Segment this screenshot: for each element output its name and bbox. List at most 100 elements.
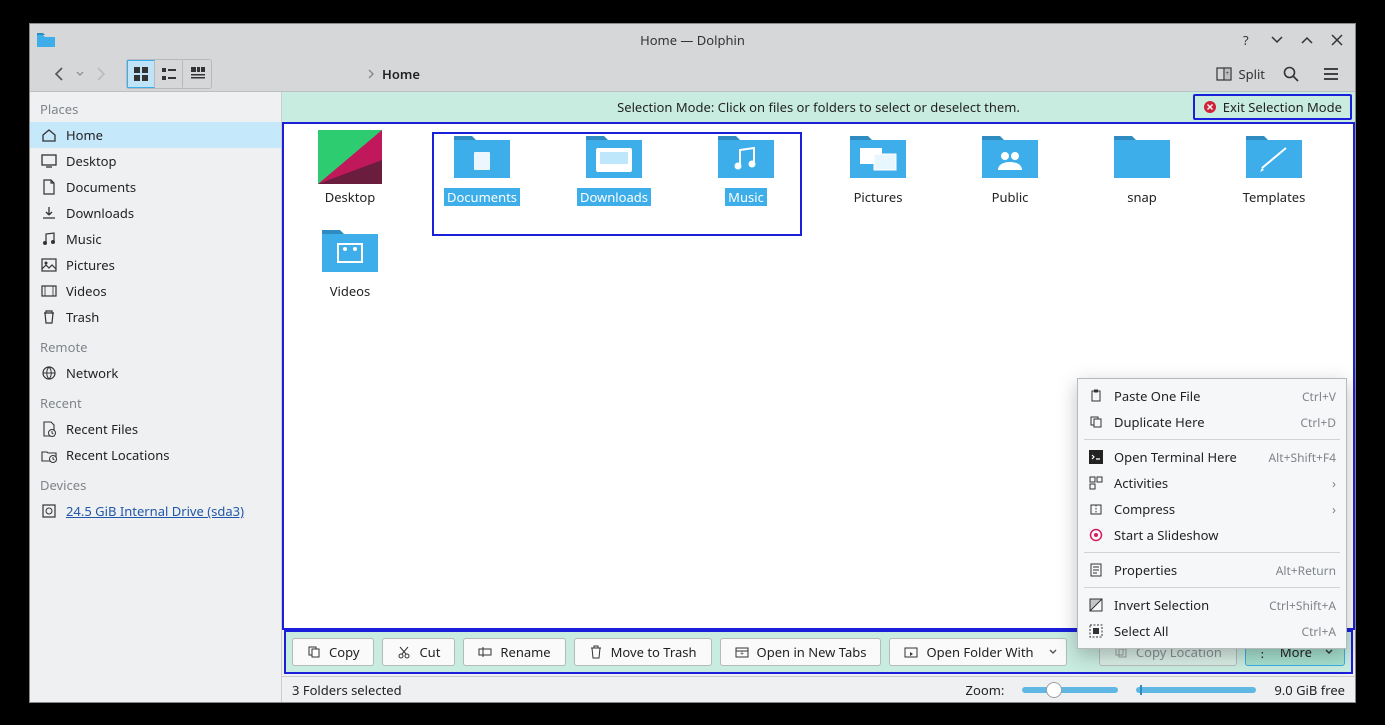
svg-text:+: + [1226,69,1230,77]
file-view[interactable]: Desktop Documents [282,122,1355,630]
pictures-icon [40,257,58,273]
menu-select-all[interactable]: Select AllCtrl+A [1078,618,1346,644]
videos-icon [40,283,58,299]
split-view-button[interactable]: + Split [1216,65,1265,83]
desktop-icon [40,153,58,169]
file-item-desktop[interactable]: Desktop [304,130,396,206]
open-folder-with-button[interactable]: Open Folder With [889,638,1066,666]
menu-properties[interactable]: PropertiesAlt+Return [1078,557,1346,583]
sidebar-item-trash[interactable]: Trash [30,304,281,330]
nav-back-button[interactable] [46,60,74,88]
dolphin-window: Home — Dolphin ? Home [29,23,1356,703]
places-panel: Places Home Desktop Documents Downloads … [30,92,282,702]
music-icon [40,231,58,247]
menu-compress[interactable]: Compress› [1078,496,1346,522]
help-icon[interactable]: ? [1239,32,1255,48]
file-label: Templates [1240,188,1309,206]
sidebar-item-network[interactable]: Network [30,360,281,386]
minimize-icon[interactable] [1269,32,1285,48]
split-icon: + [1216,66,1232,82]
sidebar-item-desktop[interactable]: Desktop [30,148,281,174]
folder-documents-icon [450,130,514,184]
file-label: snap [1124,188,1160,206]
file-item-music[interactable]: Music [700,130,792,206]
terminal-icon [1088,450,1104,464]
view-mode-group [126,59,212,89]
menu-activities[interactable]: Activities› [1078,470,1346,496]
drive-link[interactable]: 24.5 GiB Internal Drive (sda3) [66,502,244,520]
search-button[interactable] [1277,60,1305,88]
status-bar: 3 Folders selected Zoom: 9.0 GiB free [282,676,1355,702]
sidebar-item-recent-locations[interactable]: Recent Locations [30,442,281,468]
downloads-icon [40,205,58,221]
cut-button[interactable]: Cut [382,638,455,666]
split-label: Split [1238,65,1265,83]
menu-duplicate[interactable]: Duplicate HereCtrl+D [1078,409,1346,435]
file-item-pictures[interactable]: Pictures [832,130,924,206]
maximize-icon[interactable] [1299,32,1315,48]
view-details-button[interactable] [183,60,211,88]
file-label: Downloads [577,188,651,206]
capacity-bar [1136,687,1256,693]
sidebar-item-videos[interactable]: Videos [30,278,281,304]
zoom-slider[interactable] [1022,687,1118,693]
desktop-thumb-icon [318,130,382,184]
sidebar-item-recent-files[interactable]: Recent Files [30,416,281,442]
breadcrumb-home[interactable]: Home [382,65,420,83]
copy-button[interactable]: Copy [292,638,374,666]
network-icon [40,365,58,381]
folder-downloads-icon [582,130,646,184]
file-item-documents[interactable]: Documents [436,130,528,206]
file-item-snap[interactable]: snap [1096,130,1188,206]
folder-templates-icon [1242,130,1306,184]
titlebar: Home — Dolphin ? [30,24,1355,56]
sidebar-item-drive[interactable]: 24.5 GiB Internal Drive (sda3) [30,498,281,524]
sidebar-item-downloads[interactable]: Downloads [30,200,281,226]
file-label: Desktop [322,188,379,206]
folder-public-icon [978,130,1042,184]
rename-button[interactable]: Rename [463,638,565,666]
breadcrumb[interactable]: Home [366,65,420,83]
section-recent: Recent [30,386,281,416]
file-label: Videos [327,282,374,300]
hamburger-menu-button[interactable] [1317,60,1345,88]
activities-icon [1088,476,1104,490]
menu-invert-selection[interactable]: Invert SelectionCtrl+Shift+A [1078,592,1346,618]
menu-paste[interactable]: Paste One FileCtrl+V [1078,383,1346,409]
select-all-icon [1088,624,1104,638]
drive-icon [40,503,58,519]
nav-forward-button[interactable] [86,60,114,88]
exit-selection-mode-button[interactable]: Exit Selection Mode [1193,94,1352,120]
properties-icon [1088,563,1104,577]
status-selection-text: 3 Folders selected [292,681,402,699]
sidebar-item-documents[interactable]: Documents [30,174,281,200]
file-item-templates[interactable]: Templates [1228,130,1320,206]
folder-icon [1110,130,1174,184]
selection-mode-text: Selection Mode: Click on files or folder… [617,98,1020,116]
toolbar: Home + Split [30,56,1355,92]
folder-music-icon [714,130,778,184]
nav-back-menu[interactable] [74,60,86,88]
open-in-new-tabs-button[interactable]: +Open in New Tabs [720,638,882,666]
view-compact-button[interactable] [155,60,183,88]
app-folder-icon [36,30,56,50]
folder-pictures-icon [846,130,910,184]
view-icons-button[interactable] [127,60,155,88]
file-item-downloads[interactable]: Downloads [568,130,660,206]
move-to-trash-button[interactable]: Move to Trash [574,638,712,666]
sidebar-item-pictures[interactable]: Pictures [30,252,281,278]
file-label: Documents [444,188,520,206]
file-item-videos[interactable]: Videos [304,224,396,300]
chevron-down-icon [1048,647,1058,657]
sidebar-item-home[interactable]: Home [30,122,281,148]
free-space-text: 9.0 GiB free [1274,681,1345,699]
section-places: Places [30,92,281,122]
section-remote: Remote [30,330,281,360]
file-item-public[interactable]: Public [964,130,1056,206]
menu-slideshow[interactable]: Start a Slideshow [1078,522,1346,548]
trash-icon [589,645,603,659]
close-icon[interactable] [1329,32,1345,48]
sidebar-item-music[interactable]: Music [30,226,281,252]
menu-open-terminal[interactable]: Open Terminal HereAlt+Shift+F4 [1078,444,1346,470]
paste-icon [1088,389,1104,403]
